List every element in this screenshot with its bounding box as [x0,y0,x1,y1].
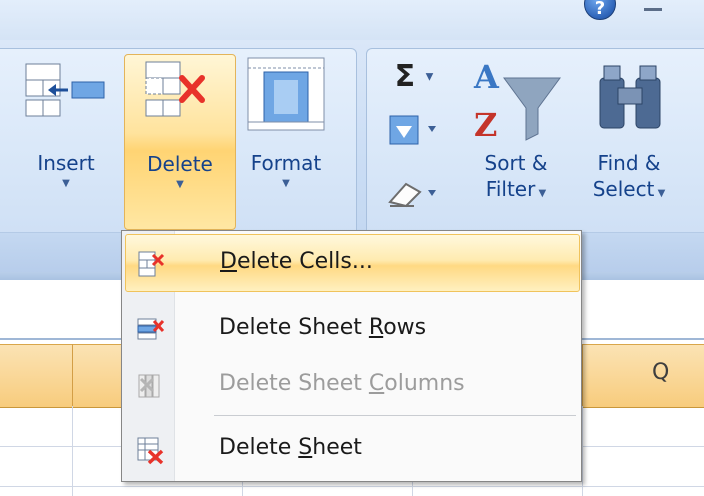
find-select-label-line2: Select [592,177,655,201]
fill-button[interactable] [384,112,444,148]
menu-item-label: Delete Sheet [219,435,362,460]
chevron-down-icon: ▼ [654,188,666,199]
menu-item-delete-sheet[interactable]: Delete Sheet [125,421,578,477]
eraser-icon [388,182,436,208]
chevron-down-icon: ▼ [282,178,290,189]
format-button[interactable]: Format ▼ [236,150,336,192]
sort-filter-icon: A Z [473,58,561,144]
delete-sheet-icon [137,437,164,465]
find-select-button[interactable]: Find & Select ▼ [574,150,684,207]
minimize-ribbon-icon[interactable] [644,8,662,11]
svg-text:A: A [473,58,500,96]
menu-item-label: Delete Sheet Columns [219,371,465,396]
delete-rows-icon [137,318,165,340]
menu-item-label: Delete Cells... [220,249,373,274]
chevron-down-icon: ▼ [425,71,434,83]
delete-cells-icon [145,61,205,117]
binoculars-icon [599,65,661,129]
title-bar: ? [0,0,704,40]
delete-label: Delete [147,152,213,176]
menu-item-delete-sheet-columns[interactable]: Delete Sheet Columns [125,357,578,413]
delete-cells-icon [138,251,165,277]
sort-filter-label-line1: Sort & [484,151,548,175]
menu-separator [214,415,576,416]
insert-button[interactable]: Insert ▼ [20,150,112,192]
sigma-icon: Σ [394,59,416,94]
chevron-down-icon: ▼ [62,178,70,189]
format-label: Format [250,151,322,175]
column-header-q[interactable]: Q [652,360,669,385]
delete-dropdown-menu: Delete Cells... Delete Sheet Rows Delete… [121,230,582,482]
clear-button[interactable] [384,176,444,212]
fill-down-icon [389,115,436,145]
menu-item-label: Delete Sheet Rows [219,315,427,340]
find-select-label-line1: Find & [597,151,661,175]
delete-columns-icon [138,374,160,398]
autosum-button[interactable]: Σ ▼ [384,62,444,92]
insert-label: Insert [37,151,95,175]
insert-cells-icon [25,63,105,117]
help-icon[interactable]: ? [584,0,616,20]
chevron-down-icon: ▼ [176,179,184,190]
chevron-down-icon: ▼ [535,188,547,199]
format-cells-icon [247,57,325,131]
svg-text:Z: Z [474,106,497,144]
menu-item-delete-cells[interactable]: Delete Cells... [125,234,580,292]
sort-filter-button[interactable]: Sort & Filter ▼ [464,150,568,207]
sort-filter-label-line2: Filter [485,177,536,201]
menu-item-delete-sheet-rows[interactable]: Delete Sheet Rows [125,301,578,357]
